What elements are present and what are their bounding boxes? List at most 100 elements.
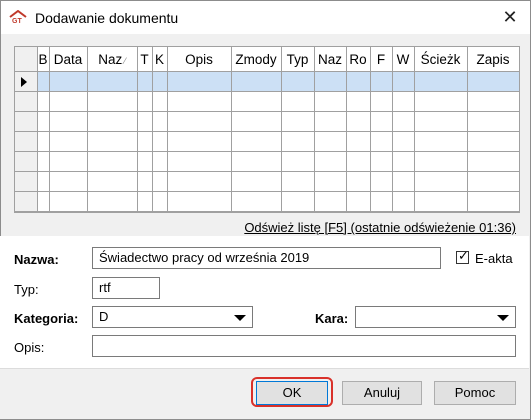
table-cell[interactable] bbox=[49, 191, 88, 212]
table-cell[interactable] bbox=[231, 171, 282, 192]
column-header[interactable]: F bbox=[370, 47, 393, 72]
table-cell[interactable] bbox=[167, 171, 232, 192]
table-cell[interactable] bbox=[37, 211, 50, 212]
table-cell[interactable] bbox=[137, 191, 153, 212]
help-button[interactable]: Pomoc bbox=[434, 381, 516, 405]
table-cell[interactable] bbox=[152, 171, 168, 192]
table-cell[interactable] bbox=[37, 91, 50, 112]
table-cell[interactable] bbox=[231, 151, 282, 172]
table-cell[interactable] bbox=[467, 131, 519, 152]
table-cell[interactable] bbox=[231, 111, 282, 132]
table-row[interactable] bbox=[15, 211, 519, 212]
table-cell[interactable] bbox=[49, 151, 88, 172]
table-cell[interactable] bbox=[467, 151, 519, 172]
table-cell[interactable] bbox=[370, 131, 393, 152]
table-cell[interactable] bbox=[37, 111, 50, 132]
table-cell[interactable] bbox=[87, 91, 138, 112]
column-header[interactable]: T bbox=[137, 47, 153, 72]
table-cell[interactable] bbox=[37, 131, 50, 152]
column-header[interactable]: Ro bbox=[346, 47, 371, 72]
column-header[interactable]: Zmody bbox=[231, 47, 282, 72]
table-cell[interactable] bbox=[467, 91, 519, 112]
table-row[interactable] bbox=[15, 191, 519, 212]
table-cell[interactable] bbox=[392, 91, 415, 112]
table-cell[interactable] bbox=[231, 191, 282, 212]
table-cell[interactable] bbox=[137, 71, 153, 92]
table-cell[interactable] bbox=[314, 131, 347, 152]
table-cell[interactable] bbox=[167, 211, 232, 212]
table-cell[interactable] bbox=[167, 71, 232, 92]
table-cell[interactable] bbox=[392, 131, 415, 152]
table-cell[interactable] bbox=[314, 111, 347, 132]
table-cell[interactable] bbox=[137, 211, 153, 212]
table-cell[interactable] bbox=[414, 91, 468, 112]
table-cell[interactable] bbox=[167, 131, 232, 152]
table-cell[interactable] bbox=[392, 211, 415, 212]
table-cell[interactable] bbox=[281, 211, 315, 212]
table-cell[interactable] bbox=[370, 71, 393, 92]
table-cell[interactable] bbox=[370, 111, 393, 132]
table-cell[interactable] bbox=[414, 131, 468, 152]
table-cell[interactable] bbox=[152, 91, 168, 112]
column-header[interactable]: W bbox=[392, 47, 415, 72]
table-cell[interactable] bbox=[392, 71, 415, 92]
cancel-button[interactable]: Anuluj bbox=[342, 381, 422, 405]
nazwa-input[interactable]: Świadectwo pracy od września 2019 bbox=[92, 247, 441, 269]
table-cell[interactable] bbox=[137, 151, 153, 172]
column-header[interactable]: Zapis bbox=[467, 47, 519, 72]
table-cell[interactable] bbox=[370, 191, 393, 212]
table-cell[interactable] bbox=[281, 111, 315, 132]
table-cell[interactable] bbox=[167, 111, 232, 132]
table-cell[interactable] bbox=[37, 151, 50, 172]
table-cell[interactable] bbox=[152, 211, 168, 212]
table-cell[interactable] bbox=[414, 111, 468, 132]
table-cell[interactable] bbox=[314, 171, 347, 192]
table-cell[interactable] bbox=[167, 191, 232, 212]
table-cell[interactable] bbox=[137, 111, 153, 132]
opis-input[interactable] bbox=[92, 335, 516, 357]
column-header[interactable]: K bbox=[152, 47, 168, 72]
table-cell[interactable] bbox=[346, 151, 371, 172]
table-cell[interactable] bbox=[49, 171, 88, 192]
table-cell[interactable] bbox=[152, 111, 168, 132]
table-cell[interactable] bbox=[414, 171, 468, 192]
table-cell[interactable] bbox=[137, 131, 153, 152]
table-cell[interactable] bbox=[281, 71, 315, 92]
table-cell[interactable] bbox=[87, 111, 138, 132]
table-cell[interactable] bbox=[49, 91, 88, 112]
table-cell[interactable] bbox=[231, 71, 282, 92]
table-cell[interactable] bbox=[314, 71, 347, 92]
table-cell[interactable] bbox=[231, 131, 282, 152]
table-row[interactable] bbox=[15, 111, 519, 132]
table-cell[interactable] bbox=[49, 131, 88, 152]
table-cell[interactable] bbox=[414, 191, 468, 212]
table-cell[interactable] bbox=[392, 151, 415, 172]
ok-button[interactable]: OK bbox=[256, 381, 328, 405]
table-cell[interactable] bbox=[467, 71, 519, 92]
table-cell[interactable] bbox=[87, 191, 138, 212]
table-cell[interactable] bbox=[281, 91, 315, 112]
table-cell[interactable] bbox=[87, 131, 138, 152]
table-cell[interactable] bbox=[467, 211, 519, 212]
table-cell[interactable] bbox=[37, 71, 50, 92]
column-header[interactable]: Typ bbox=[281, 47, 315, 72]
table-cell[interactable] bbox=[49, 71, 88, 92]
table-cell[interactable] bbox=[137, 91, 153, 112]
chevron-down-icon[interactable] bbox=[497, 315, 509, 321]
table-cell[interactable] bbox=[281, 191, 315, 212]
table-cell[interactable] bbox=[370, 91, 393, 112]
table-cell[interactable] bbox=[314, 151, 347, 172]
table-cell[interactable] bbox=[152, 191, 168, 212]
table-cell[interactable] bbox=[346, 131, 371, 152]
kara-select[interactable] bbox=[355, 306, 516, 328]
table-cell[interactable] bbox=[392, 191, 415, 212]
typ-input[interactable]: rtf bbox=[92, 277, 160, 299]
table-cell[interactable] bbox=[346, 191, 371, 212]
table-cell[interactable] bbox=[314, 91, 347, 112]
table-row[interactable] bbox=[15, 71, 519, 92]
close-icon[interactable]: ✕ bbox=[498, 6, 522, 28]
table-cell[interactable] bbox=[281, 131, 315, 152]
table-cell[interactable] bbox=[167, 151, 232, 172]
table-cell[interactable] bbox=[231, 91, 282, 112]
table-cell[interactable] bbox=[346, 111, 371, 132]
